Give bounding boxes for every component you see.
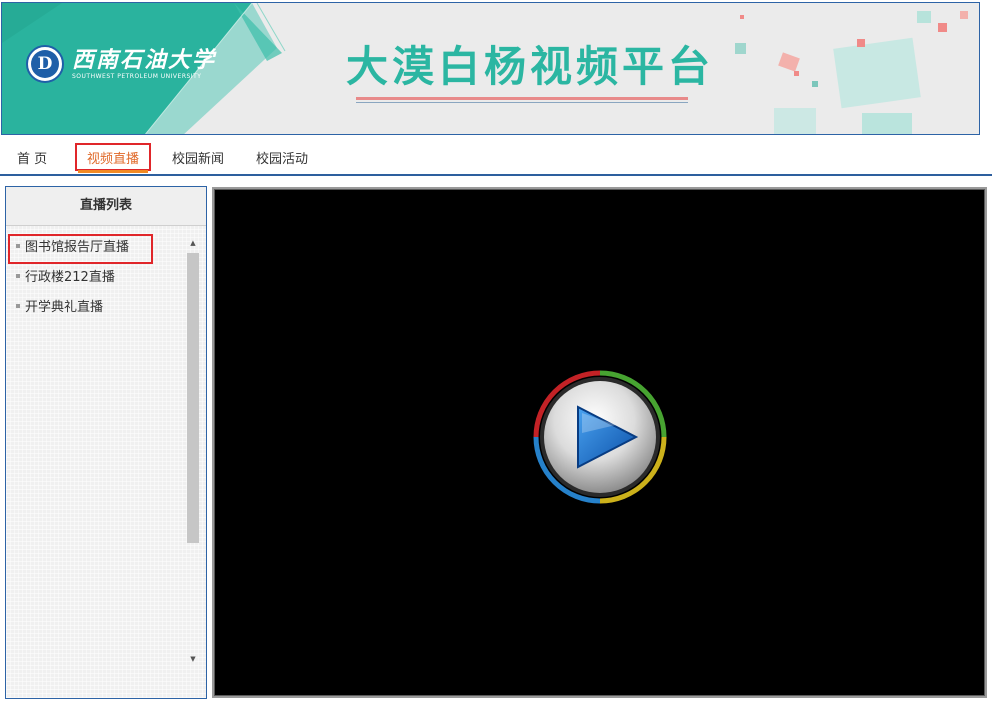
live-list-item-label: 行政楼212直播 — [25, 270, 115, 285]
title-underline-thin — [356, 102, 688, 103]
live-list-item[interactable]: 行政楼212直播 — [6, 263, 184, 293]
scroll-down-icon[interactable]: ▼ — [186, 653, 200, 665]
scroll-up-icon[interactable]: ▲ — [186, 237, 200, 249]
live-list-title: 直播列表 — [6, 187, 206, 226]
nav-divider — [0, 174, 992, 176]
header-banner: D 西南石油大学 SOUTHWEST PETROLEUM UNIVERSITY … — [1, 2, 980, 135]
platform-title: 大漠白杨视频平台 — [346, 42, 715, 91]
title-underline — [356, 97, 688, 100]
live-list-panel: 直播列表 图书馆报告厅直播 行政楼212直播 开学典礼直播 ▲ ▼ — [5, 186, 207, 699]
university-emblem-icon: D — [26, 45, 64, 83]
bullet-icon — [16, 273, 20, 278]
live-list-item[interactable]: 开学典礼直播 — [6, 293, 184, 323]
live-list: 图书馆报告厅直播 行政楼212直播 开学典礼直播 — [6, 233, 184, 323]
play-icon[interactable] — [532, 369, 668, 505]
nav-item-live-video[interactable]: 视频直播 — [87, 149, 139, 171]
video-player[interactable] — [212, 187, 987, 698]
nav-item-campus-news[interactable]: 校园新闻 — [172, 149, 224, 171]
scrollbar-thumb[interactable] — [187, 253, 199, 543]
nav-item-campus-activities[interactable]: 校园活动 — [256, 149, 308, 171]
university-name-cn: 西南石油大学 — [72, 47, 217, 73]
live-list-scrollbar[interactable]: ▲ ▼ — [186, 237, 200, 667]
bullet-icon — [16, 303, 20, 308]
university-name-en: SOUTHWEST PETROLEUM UNIVERSITY — [72, 73, 202, 80]
main-nav: 首 页 视频直播 校园新闻 校园活动 — [0, 143, 992, 177]
live-list-item-label: 图书馆报告厅直播 — [25, 240, 130, 255]
bullet-icon — [16, 243, 20, 248]
university-logo[interactable]: D 西南石油大学 SOUTHWEST PETROLEUM UNIVERSITY — [26, 45, 216, 83]
live-list-item-label: 开学典礼直播 — [25, 300, 104, 315]
live-list-item[interactable]: 图书馆报告厅直播 — [6, 233, 184, 263]
nav-item-home[interactable]: 首 页 — [17, 149, 47, 171]
banner-decoration-shapes — [735, 11, 968, 134]
